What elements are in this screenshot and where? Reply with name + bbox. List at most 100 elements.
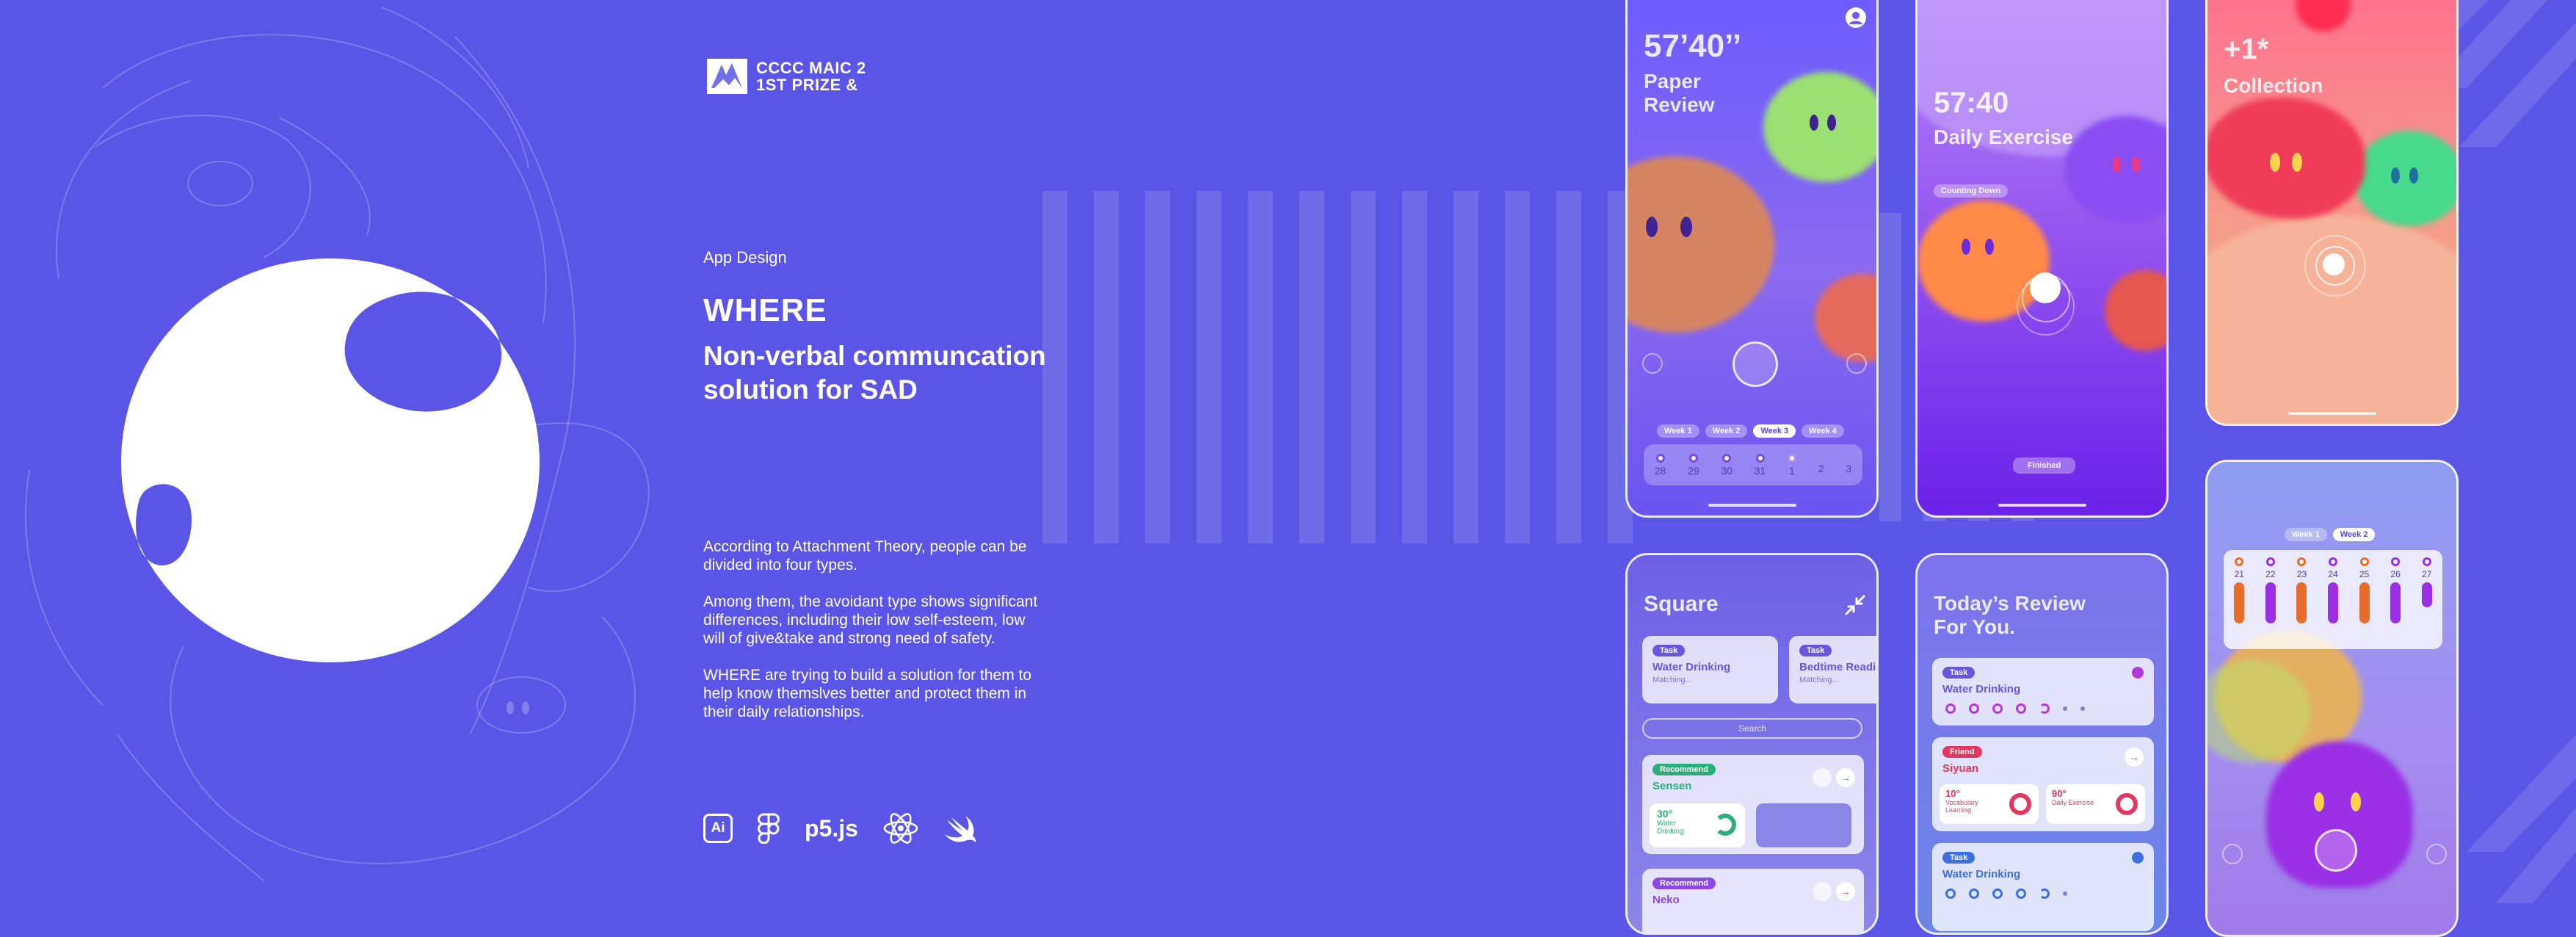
- day-column[interactable]: 24: [2327, 557, 2338, 623]
- progress-dot: [1755, 453, 1765, 463]
- stat-card: 90° Daily Exercise: [2046, 784, 2145, 824]
- day-label: 24: [2328, 569, 2338, 579]
- day-column[interactable]: 21: [2234, 557, 2245, 623]
- day-column[interactable]: 25: [2359, 557, 2370, 623]
- collection-title: Collection: [2224, 74, 2323, 97]
- screen-title-line: Today’s Review: [1934, 592, 2086, 615]
- recommend-card[interactable]: Recommend Neko →: [1642, 869, 1864, 933]
- tab-week-3[interactable]: Week 3: [1753, 424, 1796, 438]
- card-status-dot: [2132, 852, 2144, 864]
- week-chart: 21 22 23 24 25 26 27: [2224, 550, 2442, 649]
- tab-week-4[interactable]: Week 4: [1802, 424, 1844, 438]
- review-card-task[interactable]: Task Water Drinking: [1932, 843, 2154, 931]
- date-label: 28: [1654, 464, 1666, 477]
- figma-icon: [758, 813, 780, 844]
- date-label: 30: [1721, 464, 1733, 477]
- day-column[interactable]: 23: [2296, 557, 2307, 623]
- task-card[interactable]: Task Water Drinking Matching...: [1642, 636, 1778, 703]
- date-cell[interactable]: 2: [1818, 455, 1824, 474]
- close-icon[interactable]: [1813, 882, 1832, 901]
- description-paragraph: Among them, the avoidant type shows sign…: [703, 593, 1038, 647]
- date-cell[interactable]: 28: [1654, 453, 1666, 477]
- blob-eye: [2270, 153, 2280, 172]
- date-cell[interactable]: 3: [1846, 455, 1851, 474]
- day-label: 21: [2234, 569, 2244, 579]
- description-paragraph: According to Attachment Theory, people c…: [703, 538, 1027, 574]
- week-tabs: Week 1 Week 2: [2285, 528, 2376, 541]
- add-friend-icon[interactable]: →: [1836, 882, 1855, 901]
- open-arrow-icon[interactable]: →: [2125, 748, 2144, 767]
- progress-dots: [1945, 889, 2067, 899]
- recommend-card[interactable]: Recommend Sensen → 30° Water Drinking: [1642, 755, 1864, 854]
- collect-button[interactable]: [2323, 253, 2345, 275]
- home-indicator: [2287, 412, 2376, 415]
- recommend-tag: Recommend: [1652, 878, 1716, 889]
- blob-eye: [1827, 115, 1836, 131]
- profile-icon[interactable]: [1844, 6, 1868, 29]
- date-label: 31: [1754, 464, 1766, 477]
- phone-collection: +1* Collection: [2205, 0, 2459, 426]
- blob-eye: [2391, 167, 2400, 184]
- week-tabs: Week 1 Week 2 Week 3 Week 4: [1657, 424, 1844, 438]
- screen-title: Today’s Review For You.: [1934, 592, 2086, 639]
- task-tag: Task: [1652, 645, 1686, 656]
- progress-dots: [1945, 703, 2085, 714]
- day-column[interactable]: 27: [2421, 557, 2432, 607]
- day-column[interactable]: 26: [2390, 557, 2401, 623]
- task-card[interactable]: Task Bedtime Reading Matching...: [1789, 636, 1876, 703]
- tab-week-1[interactable]: Week 1: [1657, 424, 1699, 438]
- tab-week-2[interactable]: Week 2: [1705, 424, 1748, 438]
- date-cell[interactable]: 30: [1721, 453, 1733, 477]
- illustrator-icon: Ai: [703, 814, 733, 843]
- day-column[interactable]: 22: [2265, 557, 2276, 623]
- blob-eye: [2314, 792, 2324, 811]
- collapse-icon[interactable]: [1845, 595, 1865, 615]
- timer-text: 57:40: [1934, 87, 2009, 119]
- date-strip: 28 29 30 31 1 2 3: [1644, 444, 1862, 485]
- day-label: 23: [2296, 569, 2307, 579]
- task-title-line: Review: [1644, 93, 1715, 116]
- next-arrow-icon[interactable]: [2426, 844, 2447, 864]
- day-bar: [2327, 582, 2338, 623]
- card-title: Water Drinking: [1942, 683, 2021, 695]
- record-button[interactable]: [1733, 341, 1778, 387]
- day-bar: [2265, 582, 2276, 623]
- where-orb-logo: [121, 258, 540, 662]
- record-button[interactable]: [2315, 829, 2357, 872]
- recommend-tag: Recommend: [1652, 764, 1716, 775]
- phone-today-review: Today’s Review For You. Task Water Drink…: [1915, 553, 2169, 935]
- add-friend-icon[interactable]: →: [1836, 768, 1855, 787]
- friend-tag: Friend: [1942, 746, 1982, 758]
- progress-ring-icon: [1714, 814, 1736, 836]
- prev-arrow-icon[interactable]: [2222, 844, 2243, 864]
- progress-dot: [1818, 455, 1824, 460]
- blob-eye: [1810, 115, 1818, 131]
- phone-week-stats: Week 1 Week 2 21 22 23 24 25 26 27: [2205, 460, 2459, 937]
- day-label: 27: [2421, 569, 2432, 579]
- date-label: 2: [1818, 462, 1824, 474]
- card-title: Water Drinking: [1942, 868, 2021, 880]
- progress-dot: [1846, 455, 1851, 460]
- date-cell[interactable]: 1: [1788, 453, 1797, 477]
- review-card-task[interactable]: Task Water Drinking: [1932, 658, 2154, 726]
- p5js-icon: p5.js: [805, 814, 858, 842]
- progress-dot: [2391, 557, 2401, 566]
- card-title: Water Drinking: [1652, 661, 1731, 673]
- prev-arrow-icon[interactable]: [1642, 353, 1663, 374]
- card-status-dot: [2132, 667, 2144, 679]
- next-arrow-icon[interactable]: [1846, 353, 1867, 374]
- progress-dot: [2422, 557, 2431, 566]
- date-cell[interactable]: 31: [1754, 453, 1766, 477]
- search-input[interactable]: Search: [1642, 718, 1862, 739]
- task-tag: Task: [1942, 852, 1975, 864]
- progress-dot: [2235, 557, 2244, 566]
- tab-week-1[interactable]: Week 1: [2285, 528, 2327, 541]
- timer-knob[interactable]: [2030, 272, 2061, 303]
- tab-week-2[interactable]: Week 2: [2332, 528, 2376, 541]
- close-icon[interactable]: [1813, 768, 1832, 787]
- finished-button[interactable]: Finished: [2013, 457, 2076, 474]
- review-card-friend[interactable]: Friend Siyuan → 10° Vocabulary Learning …: [1932, 737, 2154, 831]
- blob-eye: [1962, 239, 1970, 255]
- date-cell[interactable]: 29: [1688, 453, 1699, 477]
- progress-dot: [1722, 453, 1732, 463]
